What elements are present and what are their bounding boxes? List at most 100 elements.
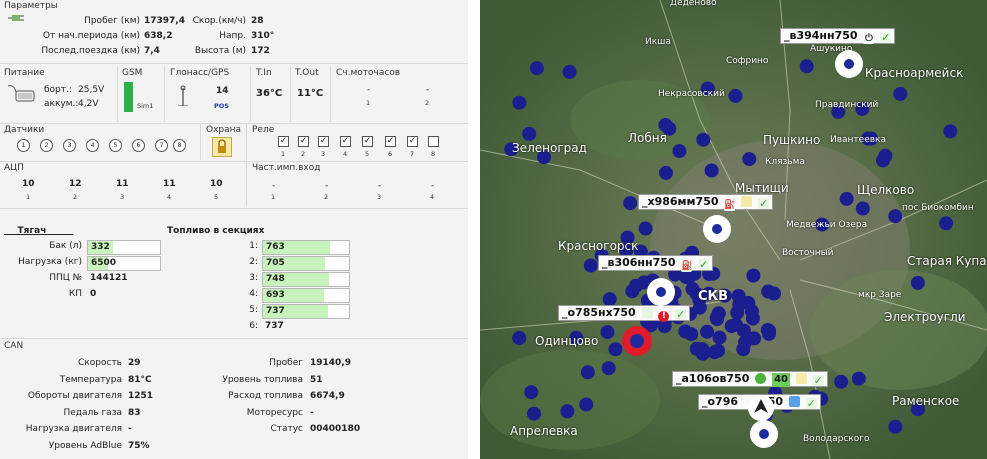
can-label: Уровень AdBlue [48,440,122,451]
vehicle-dot[interactable] [730,305,745,320]
vehicle-marker-1[interactable] [835,50,863,78]
speed-label: Скор.(км/ч) [192,16,246,26]
place-ivanteevka: Ивантеевка [830,135,887,145]
relay-number-4: 4 [343,150,348,158]
can-label: Обороты двигателя [27,391,122,401]
place-odintsovo: Одинцово [535,334,599,348]
vehicle-dot[interactable] [629,278,643,293]
vehicle-dot[interactable] [834,374,849,389]
vehicle-dot[interactable] [939,216,954,231]
vehicle-marker-alarm[interactable] [622,326,652,356]
can-label: Пробег [269,358,303,368]
relay-checkbox-7[interactable]: ✓ [407,136,418,147]
relay-checkbox-1[interactable]: ✓ [278,136,289,147]
battery-voltage-value: 4,2V [78,99,99,109]
vehicle-marker-heading[interactable] [748,395,774,421]
vehicle-dot[interactable] [851,371,866,386]
vehicle-dot[interactable] [762,326,776,341]
vehicle-dot[interactable] [747,331,762,346]
vehicle-dot[interactable] [700,324,714,339]
place-pravdinsky: Правдинский [815,100,879,110]
relay-number-5: 5 [365,150,370,158]
vehicle-dot[interactable] [684,327,699,342]
vehicle-dot[interactable] [711,343,726,358]
can-header: CAN [4,341,24,351]
vehicle-dot[interactable] [888,419,903,434]
vehicle-dot[interactable] [943,124,958,139]
vehicle-dot[interactable] [623,196,638,211]
vehicle-dot[interactable] [910,275,925,290]
vehicle-dot[interactable] [672,144,687,159]
vehicle-label-2[interactable]: _х986мм750 ⛽ ✓ [638,194,774,211]
vehicle-dot[interactable] [562,64,577,79]
vehicle-plate-2: _х986мм750 [642,195,719,208]
fuel-section-number: 3: [249,273,258,283]
vehicle-dot[interactable] [888,209,903,224]
can-value: 19140,9 [310,358,351,368]
vehicle-dot[interactable] [580,365,595,380]
relay-number-7: 7 [410,150,415,158]
fuel-section-gauge: 737 [262,304,350,319]
can-value: 29 [128,358,141,368]
moto-col-2: 2 [425,99,430,107]
vehicle-dot[interactable] [529,61,544,76]
freq-col-2: 2 [324,193,329,201]
relay-checkbox-8[interactable] [428,136,439,147]
vehicle-dot[interactable] [522,126,537,141]
vehicle-label-5[interactable]: _а106ов750 40 ✓ [672,371,828,387]
vehicle-dot[interactable] [704,163,719,178]
vehicle-dot[interactable] [744,304,759,319]
vehicle-dot[interactable] [855,201,870,216]
arrow-up-icon [755,373,767,384]
relay-checkbox-3[interactable]: ✓ [318,136,329,147]
vehicle-dot[interactable] [712,330,727,345]
fuel-section-gauge: 705 [262,256,350,271]
gsm-signal-bar [124,82,133,112]
vehicle-dot[interactable] [696,132,711,147]
vehicle-marker-6[interactable] [750,420,778,448]
relay-checkbox-6[interactable]: ✓ [385,136,396,147]
relay-checkbox-5[interactable]: ✓ [362,136,373,147]
vehicle-dot[interactable] [512,331,527,345]
fuel-section-number: 5: [249,305,258,315]
tank-label: Бак (л) [49,241,82,251]
vehicle-dot[interactable] [711,306,726,321]
vehicle-dot[interactable] [524,385,539,400]
vehicle-label-4[interactable]: _о785нх750 ! ✓ [558,305,691,322]
vehicle-dot[interactable] [512,95,527,110]
relay-checkbox-2[interactable]: ✓ [298,136,309,147]
map-view[interactable]: Деденово Икша Софрино Некрасовский Правд… [480,0,987,459]
vehicle-dot[interactable] [560,404,575,419]
vehicle-dot[interactable] [742,152,757,167]
vehicle-dot[interactable] [728,88,743,103]
vehicle-marker-3[interactable] [647,278,675,306]
vehicle-dot[interactable] [601,361,616,376]
vehicle-dot[interactable] [527,406,541,421]
place-volodarskogo: Володарского [803,434,870,444]
vehicle-dot[interactable] [695,346,710,361]
vehicle-dot[interactable] [659,165,673,180]
vehicle-label-3[interactable]: _в306нн750 ⛽ ✓ [598,255,714,272]
vehicle-dot[interactable] [893,86,908,101]
relay-checkbox-4[interactable]: ✓ [340,136,351,147]
vehicle-dot[interactable] [839,191,854,206]
vehicle-dot[interactable] [658,118,673,132]
sensor-3: 3 [63,139,76,152]
vehicle-dot[interactable] [583,258,598,273]
freq-value-2: - [325,181,329,191]
vehicle-marker-2[interactable] [703,215,731,243]
vehicle-dot[interactable] [608,342,623,357]
fuel-icon: ⛽ [681,261,693,272]
vehicle-dot[interactable] [579,397,594,412]
freq-col-4: 4 [430,193,435,201]
vehicle-dot[interactable] [638,221,653,236]
load-value: 6500 [91,258,117,268]
vehicle-label-1[interactable]: _в394нн750 ⏻ ✓ [780,28,896,44]
vehicle-dot[interactable] [878,148,893,163]
vehicle-dot[interactable] [799,59,814,74]
vehicle-dot[interactable] [600,325,615,340]
vehicle-dot[interactable] [761,284,776,299]
vehicle-dot[interactable] [731,289,746,303]
vehicle-dot[interactable] [746,268,761,283]
vehicle-dot[interactable] [724,319,739,334]
